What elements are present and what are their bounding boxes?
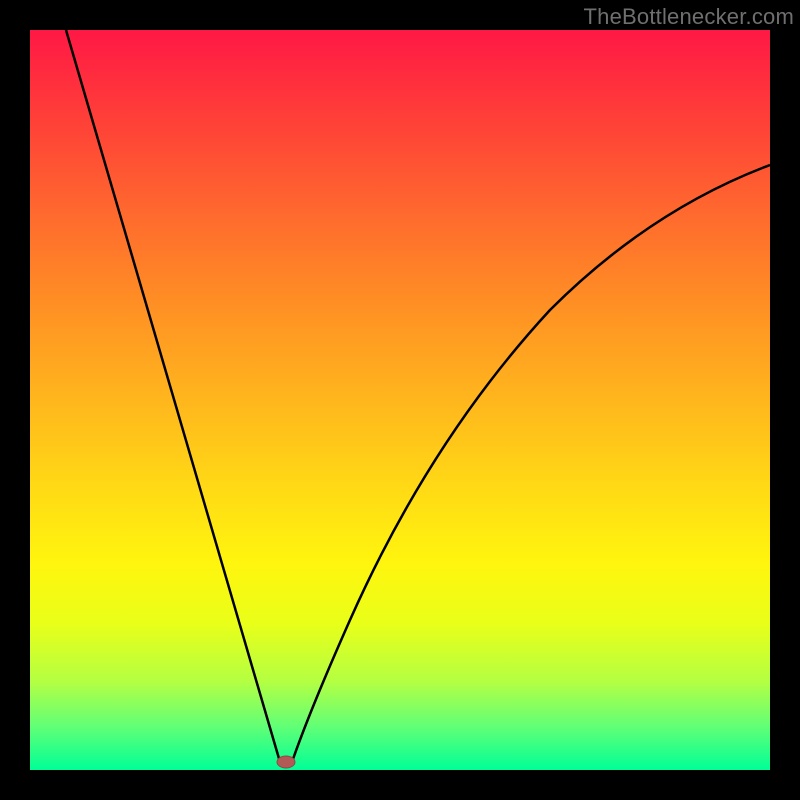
- watermark-text: TheBottlenecker.com: [584, 4, 794, 30]
- chart-plot-area: [30, 30, 770, 770]
